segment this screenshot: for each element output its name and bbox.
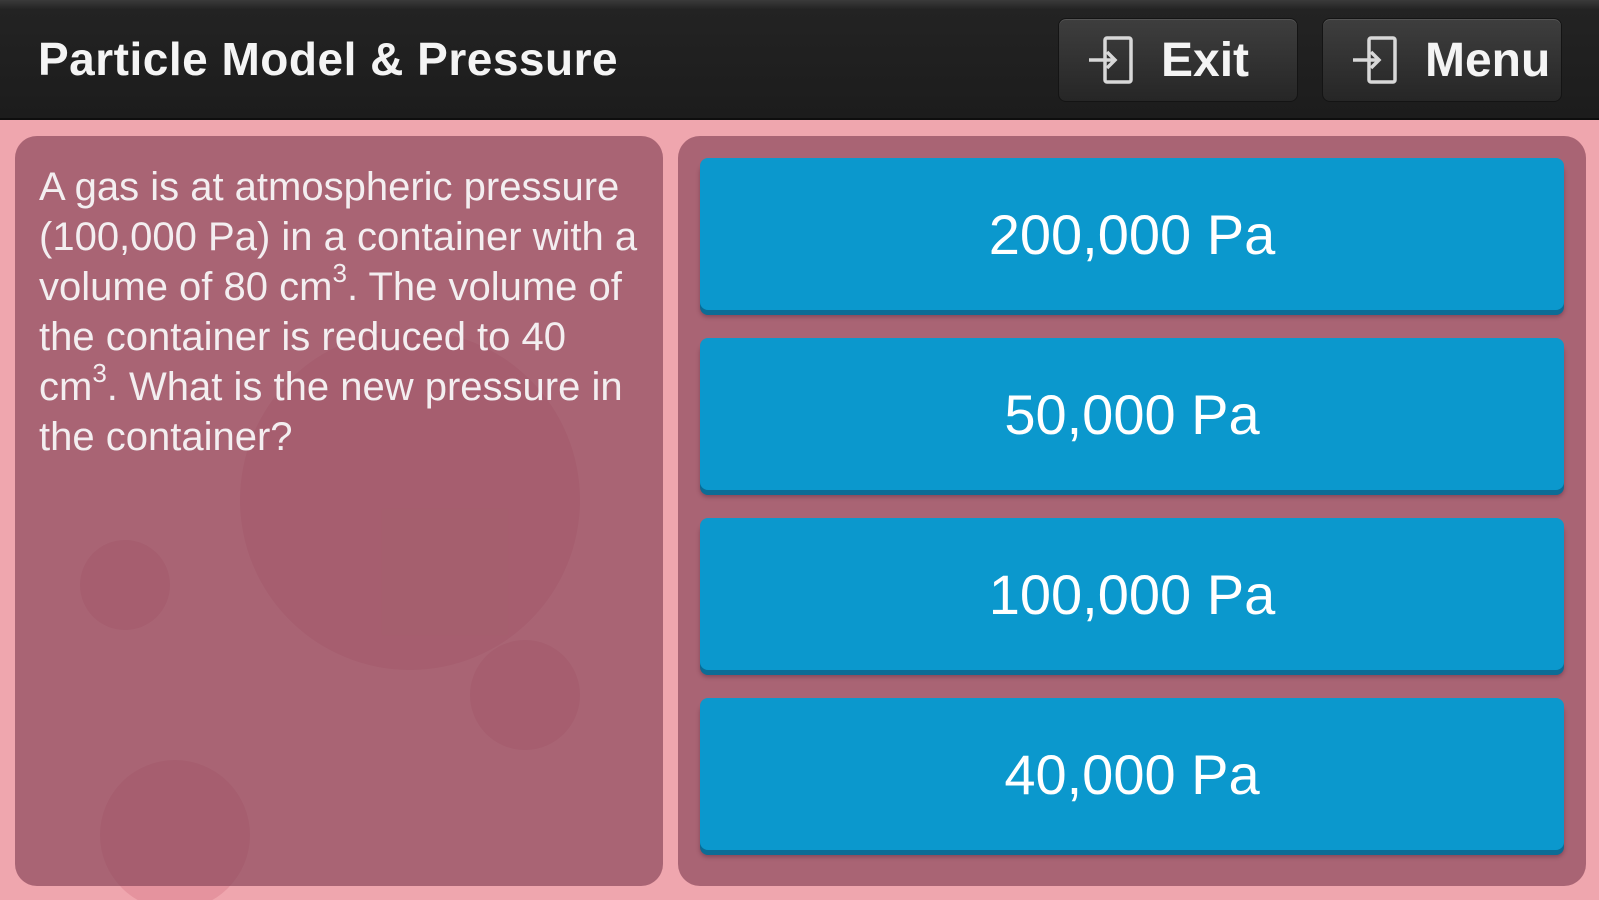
question-text: A gas is at atmospheric pressure (100,00… <box>39 162 649 462</box>
top-bar: Particle Model & Pressure Exit Menu <box>0 0 1599 120</box>
answer-label: 100,000 Pa <box>988 562 1276 626</box>
answer-button-2[interactable]: 50,000 Pa <box>700 338 1564 490</box>
menu-exit-icon <box>1349 32 1405 88</box>
answer-button-3[interactable]: 100,000 Pa <box>700 518 1564 670</box>
menu-button[interactable]: Menu <box>1322 18 1562 102</box>
page-title: Particle Model & Pressure <box>38 33 619 85</box>
question-superscript-1: 3 <box>332 258 347 288</box>
exit-button[interactable]: Exit <box>1058 18 1298 102</box>
answers-panel: 200,000 Pa 50,000 Pa 100,000 Pa 40,000 P… <box>678 136 1586 886</box>
answer-label: 40,000 Pa <box>1004 742 1260 806</box>
exit-icon <box>1085 32 1141 88</box>
answer-button-4[interactable]: 40,000 Pa <box>700 698 1564 850</box>
question-text-part3: . What is the new pressure in the contai… <box>39 365 623 459</box>
question-superscript-2: 3 <box>92 358 107 388</box>
menu-label: Menu <box>1425 33 1551 87</box>
exit-label: Exit <box>1161 33 1250 87</box>
answer-label: 200,000 Pa <box>988 202 1276 266</box>
answer-button-1[interactable]: 200,000 Pa <box>700 158 1564 310</box>
answer-label: 50,000 Pa <box>1004 382 1260 446</box>
question-panel: A gas is at atmospheric pressure (100,00… <box>15 136 663 886</box>
